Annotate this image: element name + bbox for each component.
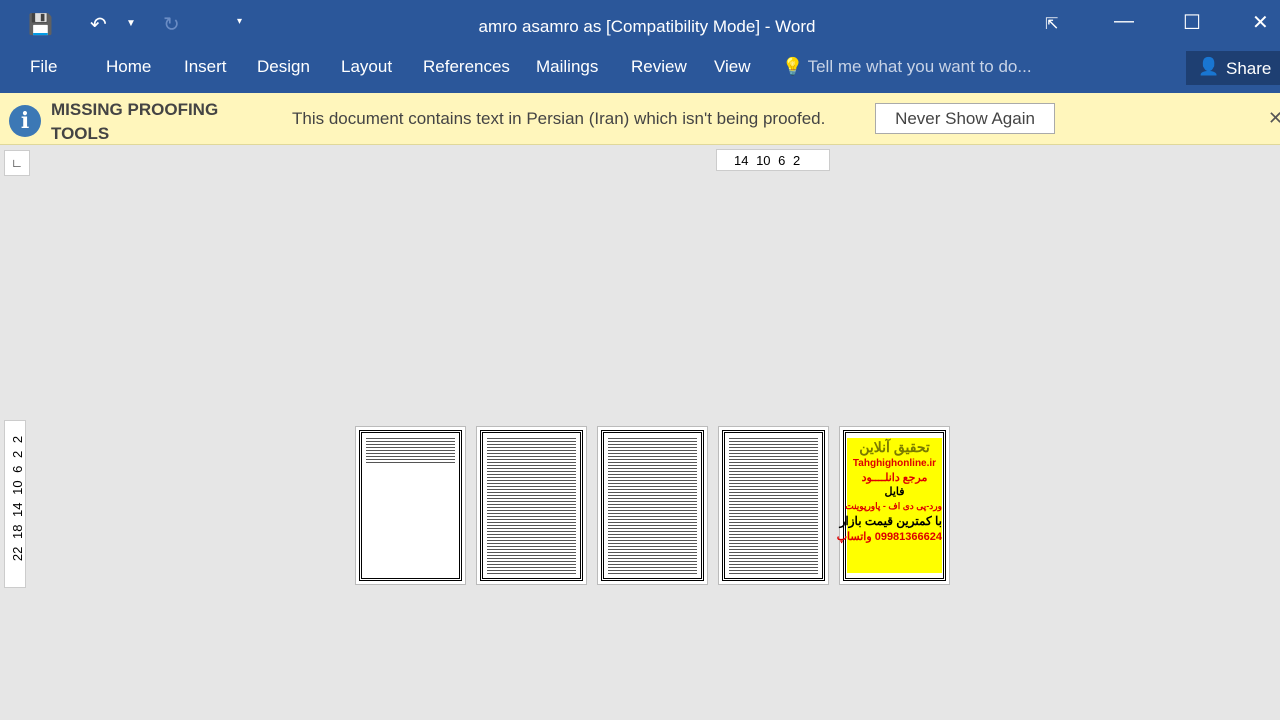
lightbulb-icon: 💡 [782,57,804,76]
tell-me-label: Tell me what you want to do... [807,57,1032,76]
tab-home[interactable]: Home [106,57,151,77]
ad-site: Tahghighonline.ir [852,458,937,469]
ad-line: با کمترین قیمت بازار [839,514,942,528]
message-text: This document contains text in Persian (… [292,109,826,128]
tab-file[interactable]: File [30,57,57,77]
person-add-icon: 👤 [1198,57,1220,76]
ruler-labels: 22 18 14 10 6 2 2 [10,435,25,562]
tab-design[interactable]: Design [257,57,310,77]
page-thumbnail[interactable] [718,426,829,585]
ad-title: تحقیق آنلاین [859,439,930,455]
ad-line: مرجع دانلــــود [861,472,928,484]
ruler-labels: 14 10 6 2 [734,153,801,168]
tab-selector[interactable]: ∟ [4,150,30,176]
tab-layout[interactable]: Layout [341,57,392,77]
close-icon[interactable]: ✕ [1252,10,1269,35]
ad-phone-line: 09981366624 واتساپ [836,531,942,543]
message-close-icon[interactable]: ✕ [1268,108,1280,129]
never-show-again-button[interactable]: Never Show Again [875,103,1055,134]
tab-insert[interactable]: Insert [184,57,227,77]
tab-view[interactable]: View [714,57,751,77]
info-icon: i [9,105,41,137]
ad-line: ورد-پی دی اف - پاورپوینت [845,501,942,511]
tab-review[interactable]: Review [631,57,687,77]
page-thumbnail[interactable] [597,426,708,585]
maximize-icon[interactable]: ☐ [1183,10,1201,35]
message-title: MISSING PROOFING TOOLS [51,100,219,143]
page-thumbnail[interactable]: تحقیق آنلاین Tahghighonline.ir مرجع دانل… [836,426,950,585]
title-bar: 💾 ↶ ▼ ↻ ▾ amro asamro as [Compatibility … [0,0,1280,93]
horizontal-ruler[interactable]: 14 10 6 2 [716,149,830,171]
vertical-ruler[interactable]: 22 18 14 10 6 2 2 [4,420,26,588]
share-label: Share [1226,59,1272,78]
ad-line: فایل [884,486,905,498]
page-thumbnail[interactable] [476,426,587,585]
minimize-icon[interactable]: — [1114,10,1134,33]
tab-mailings[interactable]: Mailings [536,57,598,77]
share-button[interactable]: 👤 Share [1186,51,1280,85]
ribbon-display-icon[interactable]: ⇱ [1045,14,1058,34]
tab-references[interactable]: References [423,57,510,77]
page-thumbnail[interactable] [355,426,466,585]
advertisement: تحقیق آنلاین Tahghighonline.ir مرجع دانل… [836,438,942,573]
tell-me-search[interactable]: 💡 Tell me what you want to do... [782,57,1032,77]
window-title: amro asamro as [Compatibility Mode] - Wo… [478,17,816,36]
